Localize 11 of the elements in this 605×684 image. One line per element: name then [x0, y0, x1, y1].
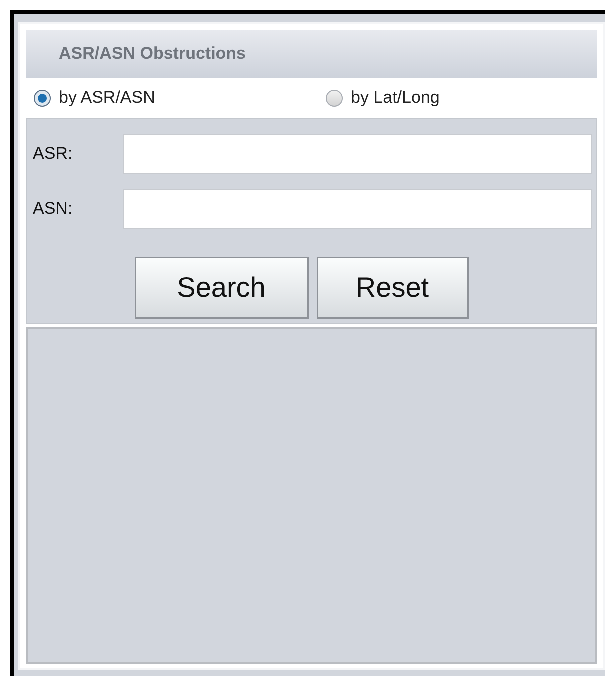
- panel-title: ASR/ASN Obstructions: [59, 43, 246, 66]
- radio-button[interactable]: [34, 90, 51, 106]
- field-label: ASN:: [32, 198, 74, 220]
- radio-option[interactable]: by Lat/Long: [326, 85, 440, 111]
- radio-button[interactable]: [326, 90, 343, 106]
- reset-button[interactable]: Reset: [317, 257, 469, 319]
- text-field[interactable]: [123, 189, 592, 229]
- radio-option[interactable]: by ASR/ASN: [26, 85, 326, 111]
- field-label: ASR:: [32, 143, 74, 166]
- text-field[interactable]: [123, 134, 592, 174]
- search-button[interactable]: Search: [135, 257, 309, 319]
